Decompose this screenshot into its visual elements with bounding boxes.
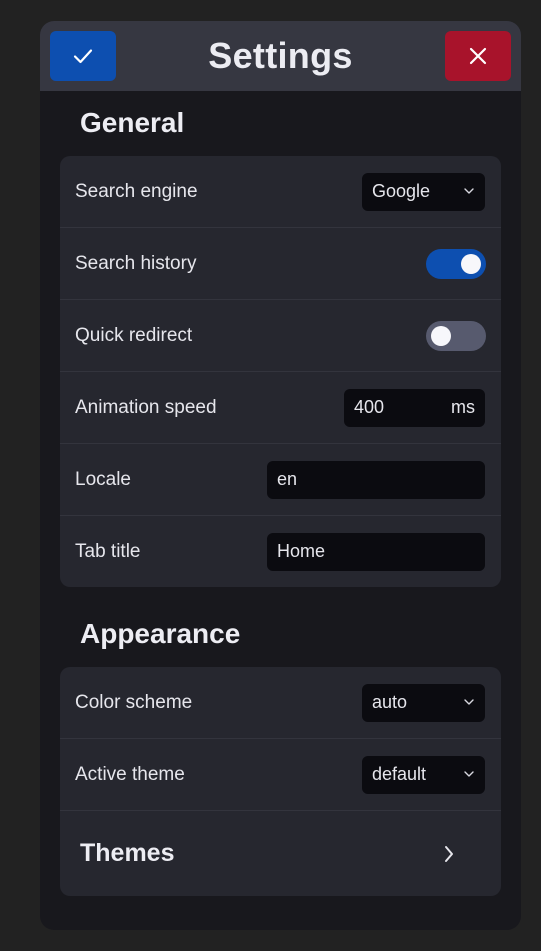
general-heading: General xyxy=(80,107,185,138)
search-engine-value: Google xyxy=(372,181,431,201)
animation-speed-input[interactable]: 400 ms xyxy=(344,388,485,427)
themes-link-row[interactable]: Themes xyxy=(60,811,501,896)
tab-title-value: Home xyxy=(277,541,326,561)
appearance-heading: Appearance xyxy=(80,618,241,649)
animation-speed-row: Animation speed 400 ms xyxy=(60,372,501,444)
search-engine-select[interactable]: Google xyxy=(362,172,485,211)
chevron-down-icon xyxy=(464,187,474,194)
active-theme-label: Active theme xyxy=(75,763,185,785)
toggle-knob xyxy=(461,253,481,274)
locale-row: Locale en xyxy=(60,444,501,516)
locale-value: en xyxy=(277,469,298,489)
quick-redirect-row: Quick redirect xyxy=(60,300,501,372)
themes-label: Themes xyxy=(80,839,175,867)
animation-speed-unit: ms xyxy=(451,397,475,417)
search-history-toggle[interactable] xyxy=(426,248,486,279)
settings-panel: Settings General Search engine Google Se… xyxy=(40,21,521,930)
chevron-down-icon xyxy=(464,770,474,777)
color-scheme-select[interactable]: auto xyxy=(362,683,485,722)
quick-redirect-toggle[interactable] xyxy=(426,320,486,351)
locale-input[interactable]: en xyxy=(267,460,485,499)
appearance-card: Color scheme auto Active theme default T… xyxy=(60,667,501,896)
quick-redirect-label: Quick redirect xyxy=(75,324,193,346)
tab-title-row: Tab title Home xyxy=(60,516,501,587)
search-engine-label: Search engine xyxy=(75,180,198,202)
close-button[interactable] xyxy=(445,31,511,81)
chevron-right-icon xyxy=(445,846,453,862)
color-scheme-value: auto xyxy=(372,692,408,712)
toggle-knob xyxy=(431,325,451,346)
general-card: Search engine Google Search history Quic… xyxy=(60,156,501,587)
close-icon xyxy=(469,47,487,65)
search-engine-row: Search engine Google xyxy=(60,156,501,228)
search-history-label: Search history xyxy=(75,252,197,274)
locale-label: Locale xyxy=(75,468,131,490)
settings-header: Settings xyxy=(40,21,521,91)
animation-speed-label: Animation speed xyxy=(75,396,217,418)
tab-title-label: Tab title xyxy=(75,540,141,562)
active-theme-value: default xyxy=(372,764,427,784)
active-theme-select[interactable]: default xyxy=(362,755,485,794)
animation-speed-value: 400 xyxy=(354,397,385,417)
color-scheme-label: Color scheme xyxy=(75,691,193,713)
search-history-row: Search history xyxy=(60,228,501,300)
chevron-down-icon xyxy=(464,698,474,705)
tab-title-input[interactable]: Home xyxy=(267,532,485,571)
active-theme-row: Active theme default xyxy=(60,739,501,811)
color-scheme-row: Color scheme auto xyxy=(60,667,501,739)
